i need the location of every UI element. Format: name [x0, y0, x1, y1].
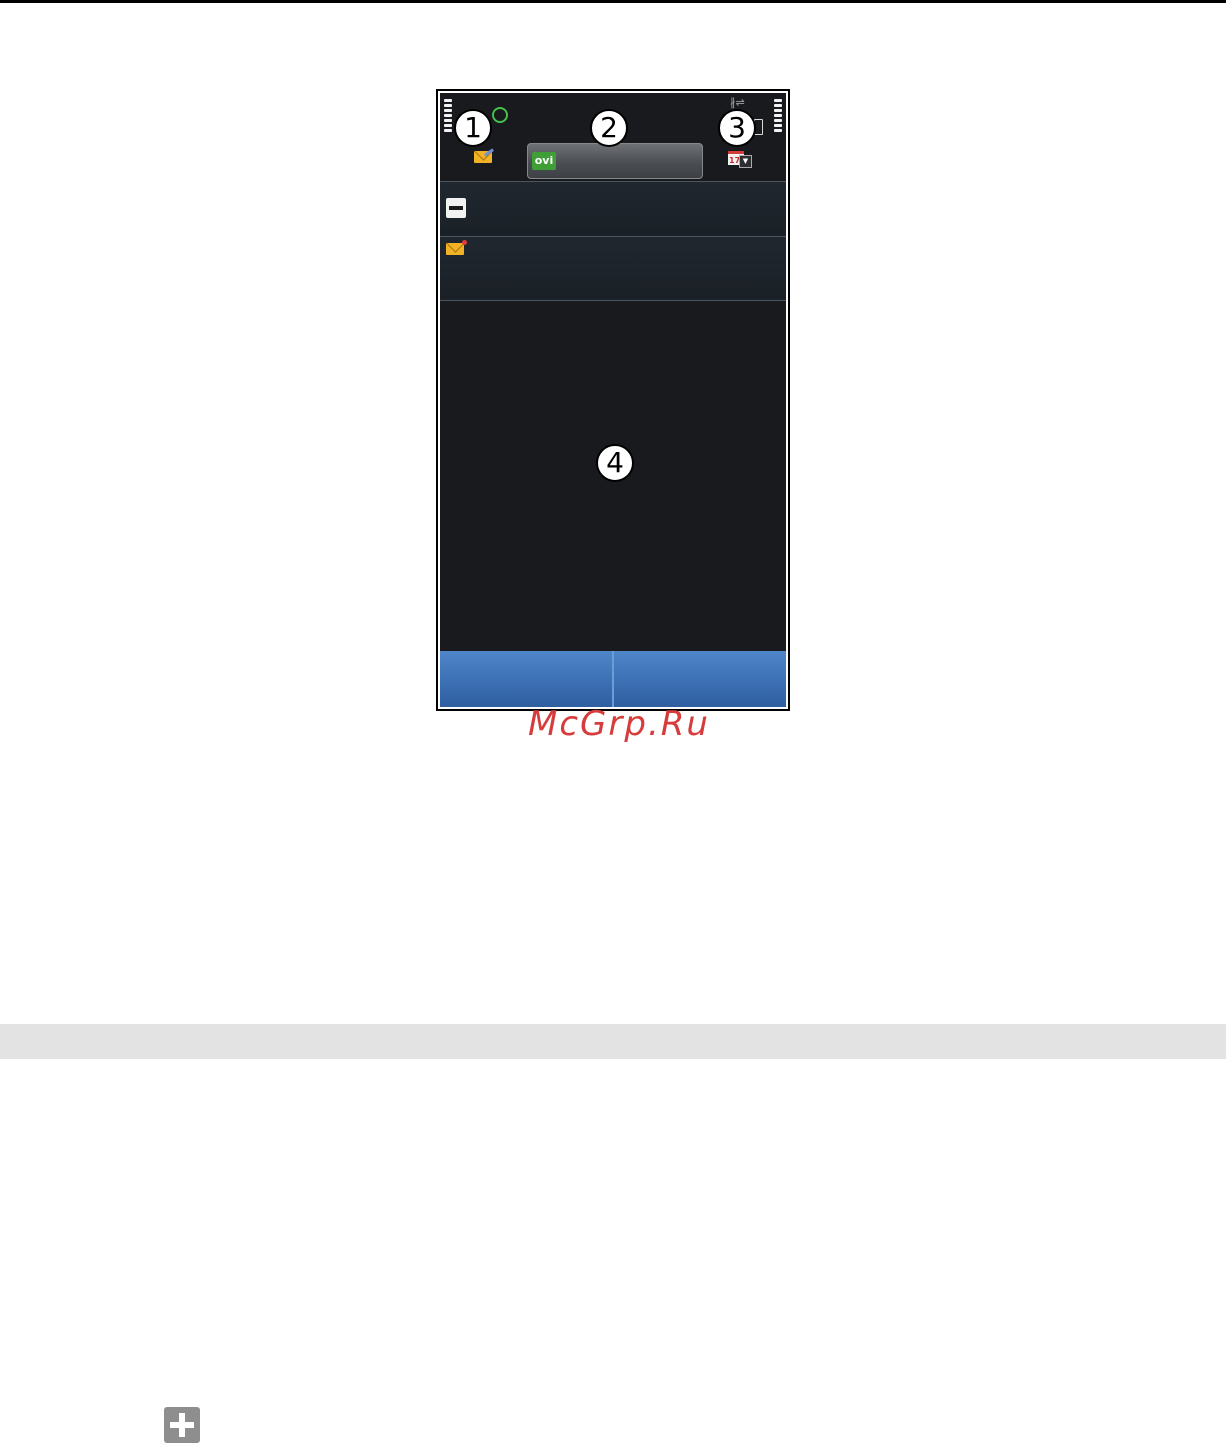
home-screen-screenshot: ∦⇌ ovi 17 ▼ 1 2 3 4	[436, 89, 790, 711]
callout-4: 4	[596, 444, 634, 482]
callout-2: 2	[590, 109, 628, 147]
softkey-bar	[440, 651, 786, 707]
right-softkey[interactable]	[614, 651, 786, 707]
network-ring-icon	[492, 107, 508, 123]
phone-screen: ∦⇌ ovi 17 ▼	[440, 93, 786, 707]
left-softkey[interactable]	[440, 651, 612, 707]
callout-3: 3	[718, 109, 756, 147]
signal-bars-icon	[444, 99, 452, 139]
page-top-rule	[0, 0, 1226, 3]
battery-bars-icon	[774, 99, 782, 139]
callout-1: 1	[454, 109, 492, 147]
ovi-logo: ovi	[532, 152, 556, 170]
watermark: McGrp.Ru	[528, 704, 710, 744]
unread-dot-icon	[462, 240, 467, 245]
new-mail-icon	[446, 243, 464, 255]
ovi-search-bar[interactable]: ovi	[527, 143, 703, 179]
collapse-icon[interactable]	[446, 198, 466, 218]
divider	[440, 300, 786, 301]
widget-row-collapsed[interactable]	[440, 182, 786, 236]
calendar-dropdown-icon[interactable]: ▼	[739, 155, 752, 168]
message-notification-row[interactable]	[440, 237, 786, 300]
bluetooth-icon: ∦⇌	[730, 96, 745, 109]
plus-icon	[164, 1407, 200, 1443]
section-header-band	[0, 1024, 1226, 1059]
